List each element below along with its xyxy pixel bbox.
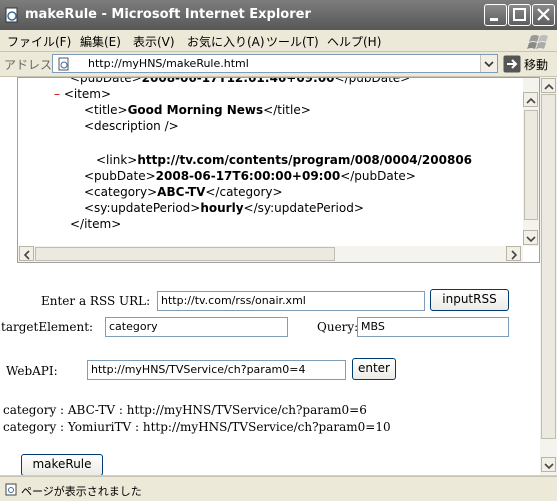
xml-tag: </pubDate>	[340, 169, 416, 183]
xml-tag: <pubDate>	[84, 169, 156, 183]
xml-tag: </pubDate>	[334, 78, 411, 85]
xml-line: <pubDate>2008-06-17T6:00:00+09:00</pubDa…	[84, 168, 416, 184]
page-content: <pubDate>2008-06-17T12:01:46+09:00</pubD…	[0, 77, 540, 475]
xml-value: ABC-TV	[157, 185, 206, 199]
address-url: http://myHNS/makeRule.html	[88, 57, 249, 70]
hscroll-thumb[interactable]	[35, 247, 335, 261]
chevron-up-icon	[526, 97, 536, 104]
scroll-up-button[interactable]	[523, 92, 538, 107]
close-icon	[537, 8, 550, 21]
xml-value: hourly	[200, 201, 244, 215]
status-text: ページが表示されました	[21, 485, 142, 498]
xml-value: 2008-06-17T6:00:00+09:00	[155, 169, 341, 183]
rule-result-line: category : YomiuriTV : http://myHNS/TVSe…	[3, 420, 391, 434]
make-rule-button[interactable]: makeRule	[21, 454, 103, 475]
menu-view[interactable]: 表示(V)	[133, 33, 175, 50]
xml-value: 2008-06-17T12:01:46+09:00	[141, 78, 335, 85]
page-vertical-scrollbar[interactable]	[540, 77, 557, 475]
scroll-left-button[interactable]	[19, 246, 34, 261]
xml-line: <category>ABC-TV</category>	[84, 184, 283, 200]
chevron-up-icon	[544, 83, 554, 90]
xml-line: <link>http://tv.com/contents/program/008…	[96, 152, 472, 168]
menu-file[interactable]: ファイル(F)	[7, 33, 71, 50]
menu-help[interactable]: ヘルプ(H)	[327, 33, 381, 50]
menu-edit[interactable]: 編集(E)	[80, 33, 121, 50]
target-element-input[interactable]: category	[105, 317, 288, 337]
ie-page-icon	[5, 7, 18, 23]
minimize-icon	[490, 18, 498, 21]
xml-tag: <item>	[63, 87, 112, 101]
xml-tag: </category>	[205, 185, 283, 199]
query-label: Query:	[317, 320, 359, 334]
xml-tag: <title>	[84, 103, 128, 117]
chevron-down-icon	[544, 463, 554, 470]
xml-tag: <sy:updatePeriod>	[84, 201, 201, 215]
xml-line: – <item>	[54, 86, 111, 102]
title-bar: makeRule - Microsoft Internet Explorer	[0, 0, 557, 30]
page-scroll-down-button[interactable]	[541, 457, 556, 472]
maximize-icon	[513, 8, 526, 21]
scroll-thumb[interactable]	[524, 110, 538, 220]
scroll-down-button[interactable]	[523, 230, 538, 245]
xml-tag: <pubDate>	[70, 78, 142, 85]
xml-line: </item>	[70, 216, 121, 232]
xml-tag: –	[54, 87, 64, 101]
webapi-label: WebAPI:	[6, 364, 58, 378]
browser-window: makeRule - Microsoft Internet Explorer フ…	[0, 0, 557, 501]
rule-result-line: category : ABC-TV : http://myHNS/TVServi…	[3, 403, 367, 417]
menu-favorites[interactable]: お気に入り(A)	[187, 33, 265, 50]
address-bar: アドレス(D) http://myHNS/makeRule.html 移動	[0, 52, 557, 77]
query-input[interactable]: MBS	[357, 317, 509, 337]
maximize-button[interactable]	[508, 4, 531, 26]
windows-logo-icon	[527, 35, 548, 49]
xml-tag: </item>	[70, 217, 122, 231]
xml-tag: <category>	[84, 185, 158, 199]
go-arrow-icon[interactable]	[503, 55, 521, 73]
webapi-input[interactable]: http://myHNS/TVService/ch?param0=4	[87, 360, 346, 380]
chevron-down-icon	[526, 236, 536, 243]
target-element-label: targetElement:	[1, 320, 94, 334]
scroll-right-button[interactable]	[506, 246, 521, 261]
minimize-button[interactable]	[484, 4, 507, 26]
xml-viewer-frame: <pubDate>2008-06-17T12:01:46+09:00</pubD…	[17, 77, 540, 263]
xml-line: <sy:updatePeriod>hourly</sy:updatePeriod…	[84, 200, 364, 216]
xml-tag: </title>	[263, 103, 311, 117]
rss-url-label: Enter a RSS URL:	[41, 294, 151, 308]
window-title: makeRule - Microsoft Internet Explorer	[25, 7, 311, 22]
xml-line: <pubDate>2008-06-17T12:01:46+09:00</pubD…	[70, 78, 410, 86]
page-scroll-thumb[interactable]	[541, 94, 556, 439]
page-done-icon	[5, 483, 17, 496]
xml-value: http://tv.com/contents/program/008/0004/…	[137, 153, 473, 167]
xml-tag: </sy:updatePeriod>	[243, 201, 364, 215]
xml-line: <title>Good Morning News</title>	[84, 102, 311, 118]
chevron-left-icon	[23, 250, 30, 260]
input-rss-button[interactable]: inputRSS	[430, 289, 509, 311]
xml-tag: <description />	[84, 119, 179, 133]
close-button[interactable]	[532, 4, 555, 26]
xml-horizontal-scrollbar[interactable]	[18, 246, 523, 262]
menu-bar: ファイル(F) 編集(E) 表示(V) お気に入り(A) ツール(T) ヘルプ(…	[0, 30, 557, 52]
enter-button[interactable]: enter	[352, 358, 396, 380]
page-icon	[58, 57, 69, 71]
xml-line: <description />	[84, 118, 179, 134]
xml-vertical-scrollbar[interactable]	[523, 78, 539, 246]
address-field[interactable]: http://myHNS/makeRule.html	[52, 54, 498, 73]
go-button-label[interactable]: 移動	[524, 56, 548, 73]
xml-source: <pubDate>2008-06-17T12:01:46+09:00</pubD…	[18, 78, 522, 246]
chevron-right-icon	[511, 250, 518, 260]
xml-tag: <link>	[96, 153, 138, 167]
address-dropdown-button[interactable]	[480, 55, 497, 72]
status-bar: ページが表示されました	[0, 476, 557, 501]
menu-tools[interactable]: ツール(T)	[266, 33, 319, 50]
rss-url-input[interactable]: http://tv.com/rss/onair.xml	[157, 291, 425, 311]
page-scroll-up-button[interactable]	[541, 78, 556, 93]
chevron-down-icon	[484, 61, 494, 68]
xml-value: Good Morning News	[127, 103, 264, 117]
